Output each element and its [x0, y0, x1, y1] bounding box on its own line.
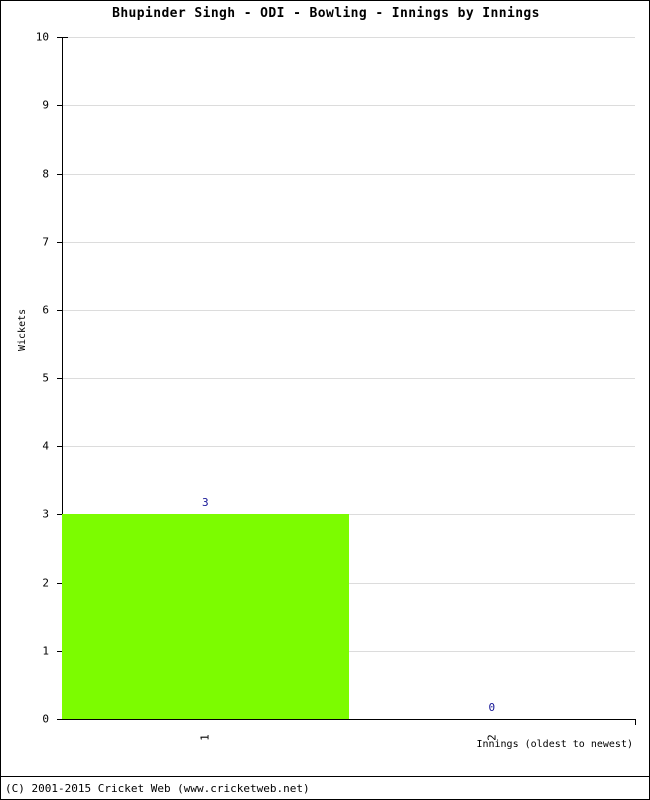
gridline-9 [62, 105, 635, 106]
y-tick-8: 8 [42, 168, 63, 181]
gridline-6 [62, 310, 635, 311]
x-tick-label-1: 1 [198, 734, 212, 741]
page-title: Bhupinder Singh - ODI - Bowling - Inning… [112, 6, 540, 21]
bar-innings-1[interactable] [62, 514, 349, 719]
bar-value-innings-1: 3 [201, 496, 209, 510]
y-tick-0: 0 [42, 713, 63, 726]
y-tick-4: 4 [42, 440, 63, 453]
y-tick-label-0: 0 [42, 712, 49, 726]
plot-area: 10 9 8 7 6 5 4 3 2 1 0 3 0 1 2 [36, 31, 636, 741]
footer-divider [1, 776, 649, 777]
y-tick-label-1: 1 [42, 644, 49, 658]
y-tick-label-5: 5 [42, 371, 49, 385]
y-tick-7: 7 [42, 236, 63, 249]
y-tick-label-9: 9 [42, 98, 49, 112]
y-tick-6: 6 [42, 304, 63, 317]
gridline-5 [62, 378, 635, 379]
bar-value-innings-2: 0 [488, 701, 496, 714]
y-tick-label-7: 7 [42, 235, 49, 249]
y-tick-10: 10 [36, 31, 63, 44]
gridline-7 [62, 242, 635, 243]
y-axis-title: Wickets [17, 308, 28, 351]
x-axis-line [62, 719, 636, 720]
gridline-10 [62, 37, 635, 38]
chart-page: Bhupinder Singh - ODI - Bowling - Inning… [0, 0, 650, 800]
x-axis-end-cap [635, 719, 636, 725]
y-tick-label-6: 6 [42, 303, 49, 317]
y-tick-label-4: 4 [42, 439, 49, 453]
y-tick-label-8: 8 [42, 167, 49, 181]
y-tick-label-2: 2 [42, 576, 49, 590]
y-tick-9: 9 [42, 99, 63, 112]
y-tick-label-10: 10 [35, 30, 49, 44]
gridline-4 [62, 446, 635, 447]
y-tick-5: 5 [42, 372, 63, 385]
x-axis-title: Innings (oldest to newest) [476, 739, 633, 750]
y-tick-label-3: 3 [42, 507, 49, 521]
gridline-8 [62, 174, 635, 175]
copyright-notice: (C) 2001-2015 Cricket Web (www.cricketwe… [5, 782, 310, 795]
